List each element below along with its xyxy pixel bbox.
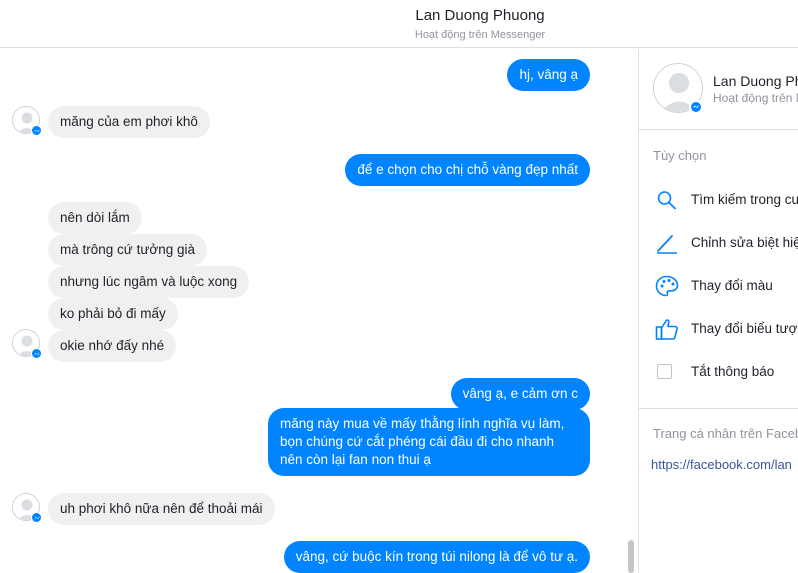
incoming-message[interactable]: mà trông cứ tưởng già bbox=[48, 234, 207, 266]
incoming-message[interactable]: nên dòi lắm bbox=[48, 202, 142, 234]
divider bbox=[639, 129, 798, 130]
pencil-icon bbox=[657, 235, 677, 254]
option-label: Chỉnh sửa biệt hiệu bbox=[691, 235, 798, 250]
incoming-message[interactable]: ko phải bỏ đi mấy bbox=[48, 298, 178, 330]
thumbs-up-icon bbox=[655, 319, 678, 340]
option-label: Tìm kiếm trong cuộc trò chuyện bbox=[691, 192, 798, 207]
contact-status: Hoạt động trên Messenger bbox=[414, 29, 546, 41]
divider bbox=[639, 408, 798, 409]
messenger-badge-icon bbox=[31, 125, 42, 136]
options-heading: Tùy chọn bbox=[653, 148, 707, 163]
outgoing-message[interactable]: vâng, cứ buộc kín trong túi nilong là để… bbox=[283, 541, 590, 573]
profile-status: Hoạt động trên Messenger bbox=[713, 91, 798, 105]
palette-icon bbox=[655, 275, 679, 297]
facebook-profile-heading: Trang cá nhân trên Facebook bbox=[653, 426, 798, 441]
chat-scrollbar[interactable] bbox=[628, 540, 634, 573]
mute-checkbox[interactable] bbox=[657, 364, 672, 379]
option-label: Thay đổi màu bbox=[691, 278, 773, 293]
outgoing-message[interactable]: để e chọn cho chị chỗ vàng đẹp nhất bbox=[345, 154, 590, 186]
contact-name[interactable]: Lan Duong Phuong bbox=[0, 7, 798, 24]
incoming-message[interactable]: uh phơi khô nữa nên để thoải mái bbox=[48, 493, 275, 525]
option-mute-notifications[interactable]: Tắt thông báo bbox=[639, 357, 798, 387]
incoming-message[interactable]: okie nhớ đấy nhé bbox=[48, 330, 177, 362]
message-list[interactable]: hj, vâng ạ măng của em phơi khô để e chọ… bbox=[0, 49, 638, 573]
profile-name[interactable]: Lan Duong Phuong bbox=[713, 73, 798, 89]
option-label: Tắt thông báo bbox=[691, 364, 775, 379]
messenger-badge-icon bbox=[31, 348, 42, 359]
messenger-badge-icon bbox=[31, 512, 42, 523]
conversation-header: Lan Duong Phuong Hoạt động trên Messenge… bbox=[0, 0, 798, 48]
conversation-info-panel: Lan Duong Phuong Hoạt động trên Messenge… bbox=[639, 49, 798, 573]
search-icon bbox=[657, 191, 676, 210]
option-change-emoji[interactable]: Thay đổi biểu tượng cảm xúc bbox=[639, 314, 798, 344]
incoming-message[interactable]: nhưng lúc ngâm và luộc xong bbox=[48, 266, 250, 298]
option-label: Thay đổi biểu tượng cảm xúc bbox=[691, 321, 798, 336]
outgoing-message[interactable]: măng này mua về mấy thằng lính nghĩa vụ … bbox=[268, 408, 590, 476]
outgoing-message[interactable]: vâng ạ, e cảm ơn c bbox=[450, 378, 590, 410]
outgoing-message[interactable]: hj, vâng ạ bbox=[507, 59, 590, 91]
incoming-message[interactable]: măng của em phơi khô bbox=[48, 106, 210, 138]
facebook-profile-link[interactable]: https://facebook.com/lan bbox=[651, 457, 792, 472]
messenger-badge-icon bbox=[689, 100, 703, 114]
option-edit-nickname[interactable]: Chỉnh sửa biệt hiệu bbox=[639, 228, 798, 258]
option-search-conversation[interactable]: Tìm kiếm trong cuộc trò chuyện bbox=[639, 185, 798, 215]
option-change-color[interactable]: Thay đổi màu bbox=[639, 271, 798, 301]
